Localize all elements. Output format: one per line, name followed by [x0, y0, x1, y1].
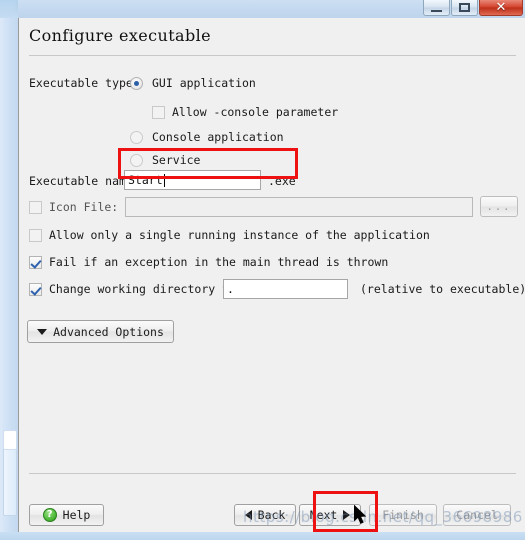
chevron-down-icon	[37, 328, 48, 335]
radio-service[interactable]: Service	[130, 153, 200, 167]
working-directory-input[interactable]: .	[223, 279, 348, 299]
executable-name-suffix: .exe	[268, 174, 296, 188]
radio-gui-application-label: GUI application	[152, 76, 256, 90]
advanced-options-button[interactable]: Advanced Options	[27, 320, 174, 343]
close-button[interactable]: ✕	[479, 0, 523, 16]
finish-label: Finish	[382, 508, 424, 522]
working-directory-note: (relative to executable)	[360, 282, 525, 296]
checkbox-single-instance-icon[interactable]	[29, 228, 42, 242]
maximize-button[interactable]	[451, 0, 478, 16]
checkbox-change-working-directory-icon[interactable]	[29, 282, 42, 296]
icon-file-input[interactable]	[125, 197, 473, 217]
help-icon: ?	[42, 508, 57, 522]
executable-name-label: Executable name	[29, 174, 133, 188]
back-button[interactable]: Back	[234, 504, 296, 526]
help-label: Help	[62, 508, 91, 522]
checkbox-fail-on-exception[interactable]: Fail if an exception in the main thread …	[29, 255, 388, 269]
chevron-left-icon	[244, 510, 252, 520]
executable-type-label: Executable type:	[29, 76, 140, 90]
title-divider	[29, 55, 516, 56]
executable-type-row: Executable type:	[29, 76, 140, 90]
checkbox-allow-console-parameter-icon[interactable]	[152, 105, 165, 119]
radio-gui-application[interactable]: GUI application	[130, 76, 256, 90]
radio-service-label: Service	[152, 153, 201, 167]
radio-service-icon[interactable]	[130, 153, 143, 167]
checkbox-icon-file-icon[interactable]	[29, 200, 42, 214]
working-directory-note-wrap: (relative to executable)	[360, 282, 525, 296]
working-directory-value: .	[227, 282, 234, 296]
cancel-button[interactable]: Cancel	[443, 504, 511, 526]
checkbox-fail-on-exception-label: Fail if an exception in the main thread …	[49, 255, 389, 269]
radio-console-application[interactable]: Console application	[130, 130, 284, 144]
window-controls: ✕	[422, 0, 523, 16]
minimize-icon	[431, 7, 442, 12]
configure-executable-dialog: Configure executable Executable type: GU…	[18, 18, 525, 532]
checkbox-allow-console-parameter-label: Allow -console parameter	[172, 105, 339, 119]
close-icon: ✕	[495, 0, 507, 15]
checkbox-icon-file-label: Icon File:	[49, 200, 119, 214]
next-label: Next	[309, 508, 338, 522]
executable-name-suffix-wrap: .exe	[268, 174, 296, 188]
radio-gui-application-icon[interactable]	[130, 76, 143, 90]
checkbox-single-instance-label: Allow only a single running instance of …	[49, 228, 430, 242]
checkbox-icon-file[interactable]: Icon File:	[29, 200, 118, 214]
icon-file-browse-button[interactable]: ...	[480, 196, 518, 217]
radio-console-application-icon[interactable]	[130, 130, 143, 144]
icon-file-browse-label: ...	[486, 200, 512, 213]
next-button[interactable]: Next	[299, 504, 361, 526]
cancel-label: Cancel	[456, 508, 498, 522]
radio-console-application-label: Console application	[152, 130, 284, 144]
background-scrollbar-thumb	[3, 430, 17, 450]
checkbox-allow-console-parameter[interactable]: Allow -console parameter	[152, 105, 338, 119]
executable-name-label-wrap: Executable name	[29, 174, 133, 188]
executable-name-value: Start	[128, 173, 163, 187]
screenshot-root: ✕ Configure executable Executable type: …	[0, 0, 525, 540]
page-title: Configure executable	[29, 26, 211, 45]
minimize-button[interactable]	[423, 0, 450, 16]
back-label: Back	[257, 508, 286, 522]
help-button[interactable]: ? Help	[29, 504, 104, 526]
checkbox-fail-on-exception-icon[interactable]	[29, 255, 42, 269]
advanced-options-label: Advanced Options	[53, 324, 164, 339]
checkbox-change-working-directory[interactable]: Change working directory to:	[29, 282, 243, 296]
checkbox-single-instance[interactable]: Allow only a single running instance of …	[29, 228, 430, 242]
checkbox-change-working-directory-label: Change working directory to:	[49, 282, 243, 296]
footer-divider	[29, 473, 516, 474]
text-caret	[163, 173, 165, 187]
executable-name-input[interactable]: Start	[124, 170, 261, 190]
maximize-icon	[459, 3, 470, 12]
chevron-right-icon	[343, 510, 351, 520]
finish-button[interactable]: Finish	[369, 504, 437, 526]
background-bottom-strip	[0, 532, 525, 540]
window-titlebar: ✕	[18, 0, 525, 18]
